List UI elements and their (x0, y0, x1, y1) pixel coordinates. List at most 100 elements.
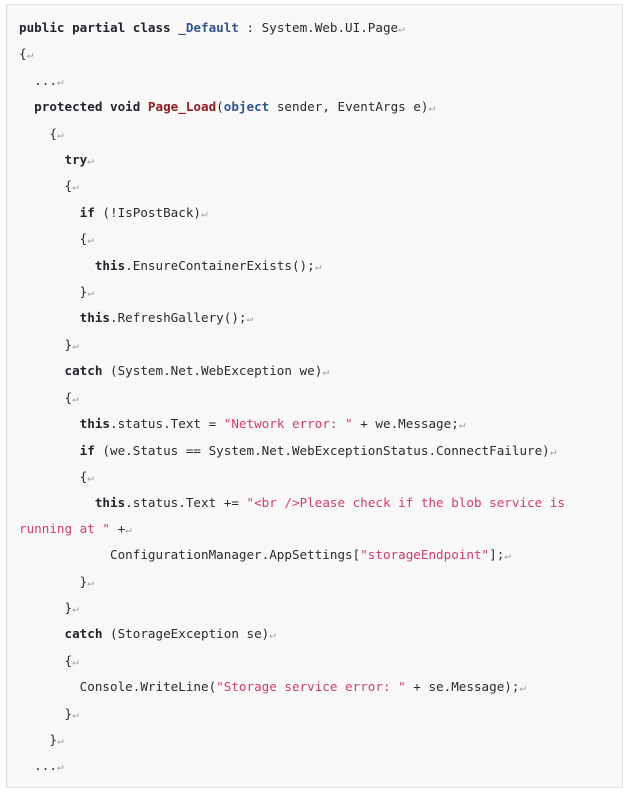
code-token-str: "Network error: " (223, 416, 353, 432)
code-token-pln: (!IsPostBack) (94, 204, 201, 220)
code-token-pln: (StorageException se) (102, 626, 270, 642)
code-block: public partial class _Default : System.W… (6, 4, 623, 788)
carriage-return-icon: ↵ (201, 206, 208, 220)
code-token-typ: object (223, 99, 270, 115)
code-line: }↵ (19, 600, 79, 615)
carriage-return-icon: ↵ (428, 101, 436, 115)
code-token-pln: { (49, 125, 57, 141)
carriage-return-icon: ↵ (87, 286, 94, 300)
code-line: ...↵ (19, 758, 64, 774)
carriage-return-icon: ↵ (87, 233, 94, 247)
carriage-return-icon: ↵ (56, 74, 64, 88)
code-token-kw: if (79, 204, 95, 220)
code-line: {↵ (19, 653, 79, 668)
carriage-return-icon: ↵ (27, 787, 34, 788)
carriage-return-icon: ↵ (72, 601, 79, 615)
code-token-kw: catch (64, 363, 103, 379)
code-line: this.EnsureContainerExists();↵ (19, 257, 322, 273)
code-token-pln: (System.Net.WebException we) (102, 363, 323, 379)
code-line: {↵ (19, 46, 33, 61)
carriage-return-icon: ↵ (56, 127, 64, 141)
code-line: }↵ (19, 706, 79, 721)
code-line: catch (System.Net.WebException we)↵ (19, 363, 329, 378)
code-line: if (!IsPostBack)↵ (19, 205, 208, 220)
carriage-return-icon: ↵ (549, 444, 557, 458)
code-token-pln: (we.Status == System.Net.WebExceptionSta… (94, 442, 550, 458)
code-line: ConfigurationManager.AppSettings["storag… (19, 547, 511, 562)
carriage-return-icon: ↵ (72, 654, 79, 668)
code-token-pln: } (19, 785, 27, 787)
code-line: protected void Page_Load(object sender, … (19, 99, 435, 114)
code-token-kw: try (64, 152, 88, 168)
carriage-return-icon: ↵ (26, 48, 34, 62)
code-token-kw: if (79, 442, 95, 458)
code-line: }↵ (19, 731, 63, 747)
code-line: catch (StorageException se)↵ (19, 626, 276, 641)
code-line: {↵ (19, 231, 94, 246)
code-token-pln: { (19, 46, 27, 62)
code-token-pln: + we.Message; (352, 416, 459, 432)
code-line: this.status.Text = "Network error: " + w… (19, 416, 466, 432)
carriage-return-icon: ↵ (56, 760, 64, 774)
code-token-pln: + (110, 520, 126, 536)
carriage-return-icon: ↵ (87, 470, 94, 484)
code-token-pln: { (64, 389, 73, 405)
carriage-return-icon: ↵ (504, 549, 511, 563)
code-token-pln: ( (216, 99, 224, 115)
code-line: ...↵ (19, 72, 64, 88)
code-token-pln: ConfigurationManager.AppSettings[ (110, 547, 361, 563)
carriage-return-icon: ↵ (125, 522, 132, 536)
code-token-kw: protected void (34, 99, 148, 115)
code-line: {↵ (19, 390, 79, 405)
code-token-pln: : System.Web.UI.Page (238, 20, 399, 35)
code-line: }↵ (19, 337, 79, 352)
code-token-pln: .RefreshGallery(); (110, 310, 247, 326)
code-line: this.RefreshGallery();↵ (19, 310, 253, 325)
code-token-pln: ... (34, 758, 57, 774)
code-token-pln: Console.WriteLine( (79, 679, 217, 695)
code-token-kw: this (79, 310, 111, 326)
code-token-pln: ]; (489, 547, 505, 563)
code-token-kw: public partial class (19, 20, 179, 35)
code-token-pln: ... (34, 72, 57, 88)
code-token-pln: { (64, 652, 73, 668)
code-token-kw: this (94, 257, 126, 273)
code-line: try↵ (19, 152, 94, 167)
code-line: Console.WriteLine("Storage service error… (19, 679, 526, 694)
carriage-return-icon: ↵ (519, 681, 527, 695)
code-token-pln: } (64, 599, 73, 615)
code-token-str: "Storage service error: " (216, 679, 406, 695)
carriage-return-icon: ↵ (72, 180, 79, 194)
carriage-return-icon: ↵ (87, 575, 94, 589)
code-token-typ: _Default (178, 20, 239, 35)
code-token-pln: .status.Text += (125, 495, 247, 511)
code-token-pln: sender, EventArgs e) (269, 99, 429, 115)
carriage-return-icon: ↵ (87, 154, 94, 168)
code-token-pln: .EnsureContainerExists(); (125, 257, 315, 273)
carriage-return-icon: ↵ (314, 259, 322, 273)
carriage-return-icon: ↵ (269, 628, 276, 642)
code-token-pln: } (49, 731, 57, 747)
code-token-str: "storageEndpoint" (360, 547, 490, 563)
code-line: {↵ (19, 469, 94, 484)
code-line: }↵ (19, 785, 34, 788)
carriage-return-icon: ↵ (458, 418, 466, 432)
code-token-kw: this (79, 416, 111, 432)
code-token-pln: } (64, 705, 73, 721)
code-token-pln: } (64, 336, 73, 352)
